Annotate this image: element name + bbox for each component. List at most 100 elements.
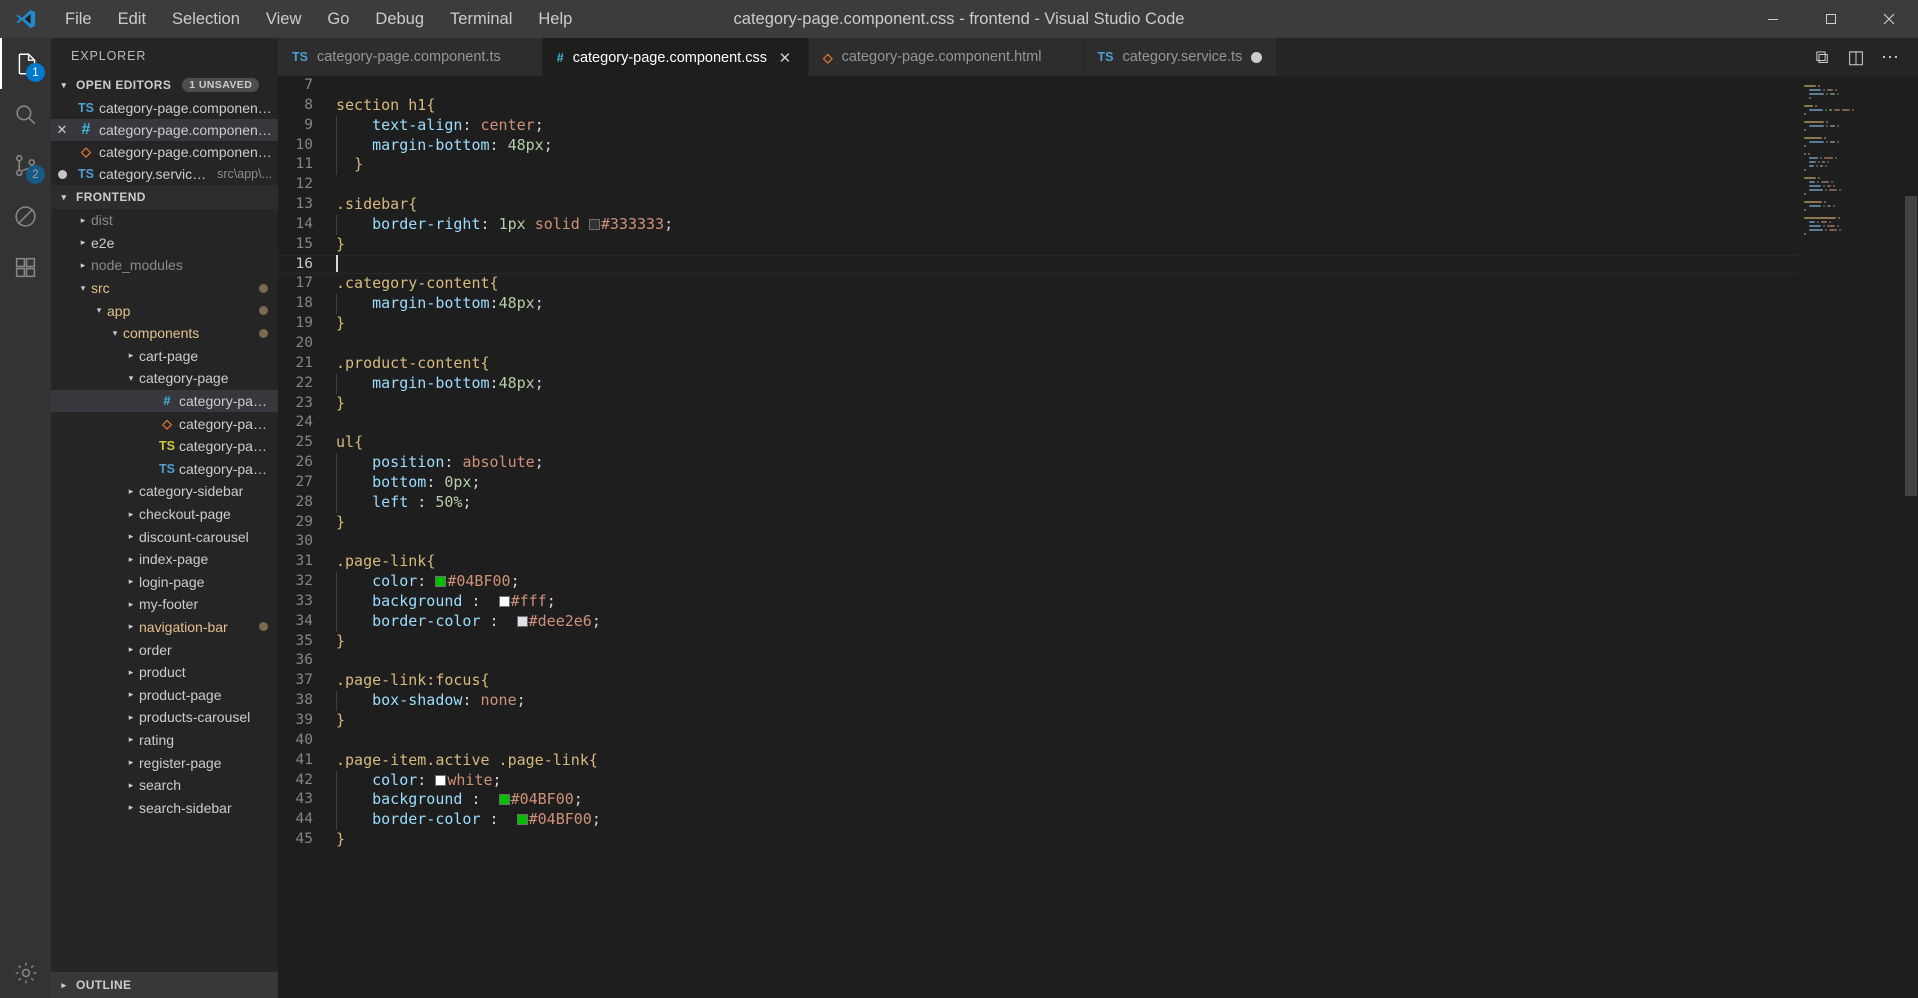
tree-row[interactable]: ▸navigation-bar [51,616,278,639]
split-editor-icon[interactable]: ⧉ [1808,43,1836,71]
tree-row[interactable]: ▸order [51,638,278,661]
open-editor-row[interactable]: TScategory-page.component.... [51,97,278,119]
code-line[interactable]: 20 [278,334,1798,354]
code-lines[interactable]: 78section h1{9 text-align: center;10 mar… [278,76,1798,850]
code-line[interactable]: 28 left : 50%; [278,493,1798,513]
editor-tab[interactable]: TScategory-page.component.ts [278,38,543,76]
code-line-text[interactable]: } [336,155,363,175]
frontend-folder-header[interactable]: ▾ FRONTEND [51,185,278,209]
code-line[interactable]: 23} [278,394,1798,414]
tree-row[interactable]: ▸register-page [51,751,278,774]
tree-row[interactable]: ▸login-page [51,571,278,594]
minimap[interactable] [1798,76,1918,998]
code-line[interactable]: 10 margin-bottom: 48px; [278,136,1798,156]
close-button[interactable] [1860,0,1918,38]
code-line-text[interactable]: text-align: center; [336,116,544,136]
code-line-text[interactable]: .category-content{ [336,274,499,294]
chevron-right-icon[interactable]: ▸ [123,621,139,632]
code-line-text[interactable]: .sidebar{ [336,195,417,215]
code-line-text[interactable]: ul{ [336,433,363,453]
code-line-text[interactable]: .product-content{ [336,354,490,374]
activity-item-source-control[interactable]: 2 [0,140,51,191]
maximize-button[interactable] [1802,0,1860,38]
code-line[interactable]: 14 border-right: 1px solid #333333; [278,215,1798,235]
code-line[interactable]: 21.product-content{ [278,354,1798,374]
chevron-right-icon[interactable]: ▸ [123,554,139,565]
activity-bar[interactable]: 1 2 [0,38,51,998]
chevron-right-icon[interactable]: ▸ [123,757,139,768]
chevron-right-icon[interactable]: ▸ [123,712,139,723]
code-line[interactable]: 13.sidebar{ [278,195,1798,215]
code-line[interactable]: 19} [278,314,1798,334]
code-line[interactable]: 27 bottom: 0px; [278,473,1798,493]
tree-row[interactable]: ◇category-page.compo... [51,412,278,435]
code-line[interactable]: 7 [278,76,1798,96]
code-line-text[interactable]: color: #04BF00; [336,572,520,592]
code-line-text[interactable]: section h1{ [336,96,435,116]
code-line[interactable]: 17.category-content{ [278,274,1798,294]
code-line[interactable]: 33 background : #fff; [278,592,1798,612]
code-line-text[interactable]: box-shadow: none; [336,691,526,711]
open-editors-list[interactable]: TScategory-page.component....✕#category-… [51,97,278,185]
chevron-right-icon[interactable]: ▸ [123,780,139,791]
code-scroll-region[interactable]: 78section h1{9 text-align: center;10 mar… [278,76,1798,998]
menu-item-debug[interactable]: Debug [362,4,437,34]
menu-item-help[interactable]: Help [525,4,585,34]
chevron-right-icon[interactable]: ▸ [123,509,139,520]
color-swatch[interactable] [499,794,510,805]
outline-section-header[interactable]: ▸ OUTLINE [51,972,278,998]
code-line-text[interactable]: .page-link{ [336,552,435,572]
color-swatch[interactable] [499,596,510,607]
window-controls[interactable] [1744,0,1918,38]
open-changes-icon[interactable]: ◫ [1842,43,1870,71]
code-line-text[interactable]: } [336,632,345,652]
tree-row[interactable]: ▾app [51,299,278,322]
activity-item-settings[interactable] [0,947,51,998]
code-line-text[interactable]: } [336,235,345,255]
editor-tab[interactable]: #category-page.component.css✕ [543,38,809,76]
code-line-text[interactable]: position: absolute; [336,453,544,473]
open-editor-row[interactable]: ◇category-page.component.... [51,141,278,163]
chevron-right-icon[interactable]: ▸ [123,576,139,587]
code-line[interactable]: 32 color: #04BF00; [278,572,1798,592]
code-line[interactable]: 30 [278,532,1798,552]
code-line[interactable]: 45} [278,830,1798,850]
code-line-text[interactable]: bottom: 0px; [336,473,481,493]
tree-row[interactable]: ▸search [51,774,278,797]
tree-row[interactable]: ▸e2e [51,232,278,255]
chevron-right-icon[interactable]: ▸ [123,734,139,745]
code-line[interactable]: 24 [278,413,1798,433]
tree-row[interactable]: ▸my-footer [51,593,278,616]
color-swatch[interactable] [435,576,446,587]
code-line[interactable]: 36 [278,651,1798,671]
code-line[interactable]: 25ul{ [278,433,1798,453]
code-line[interactable]: 12 [278,175,1798,195]
tree-row[interactable]: ▸product-page [51,683,278,706]
tree-row[interactable]: ▸product [51,661,278,684]
code-line[interactable]: 39} [278,711,1798,731]
code-line-text[interactable]: background : #fff; [336,592,556,612]
chevron-right-icon[interactable]: ▸ [123,350,139,361]
color-swatch[interactable] [517,814,528,825]
activity-item-extensions[interactable] [0,242,51,293]
code-line[interactable]: 41.page-item.active .page-link{ [278,751,1798,771]
editor-tab-bar[interactable]: TScategory-page.component.ts#category-pa… [278,38,1918,76]
chevron-right-icon[interactable]: ▸ [123,802,139,813]
code-line-text[interactable]: left : 50%; [336,493,471,513]
menu-item-terminal[interactable]: Terminal [437,4,525,34]
code-line[interactable]: 34 border-color : #dee2e6; [278,612,1798,632]
code-line[interactable]: 8section h1{ [278,96,1798,116]
tree-row[interactable]: ▸checkout-page [51,503,278,526]
vertical-scrollbar[interactable] [1904,76,1918,998]
unsaved-dot-icon[interactable] [51,167,73,182]
activity-item-debug[interactable] [0,191,51,242]
code-line[interactable]: 15} [278,235,1798,255]
code-line-text[interactable]: .page-item.active .page-link{ [336,751,598,771]
tree-row[interactable]: ▸category-sidebar [51,480,278,503]
code-line-text[interactable]: margin-bottom:48px; [336,374,544,394]
tab-dirty-indicator[interactable] [1251,52,1262,63]
chevron-right-icon[interactable]: ▸ [123,531,139,542]
menu-item-view[interactable]: View [253,4,314,34]
more-actions-icon[interactable]: ⋯ [1876,43,1904,71]
chevron-right-icon[interactable]: ▸ [75,260,91,271]
